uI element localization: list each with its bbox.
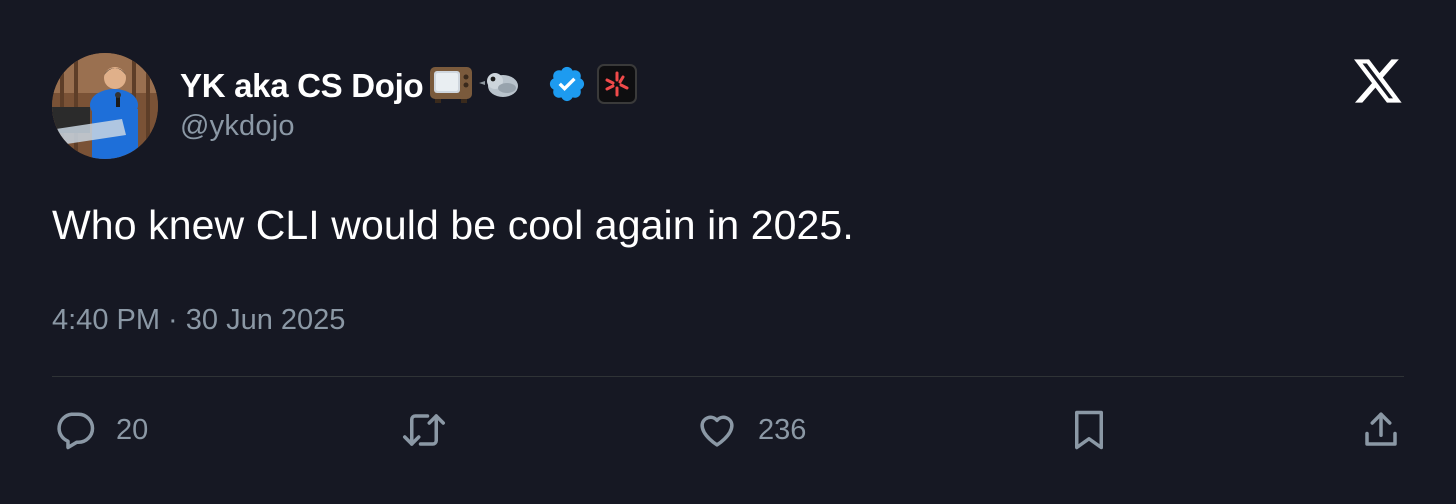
user-handle[interactable]: @ykdojo	[180, 110, 637, 143]
bird-emoji	[479, 68, 521, 105]
avatar-photo	[52, 53, 158, 159]
divider	[52, 376, 1404, 377]
retweet-button[interactable]	[400, 408, 448, 452]
bookmark-icon	[1075, 410, 1103, 450]
x-logo-icon[interactable]	[1352, 57, 1404, 105]
author-info: YK aka CS Dojo @ykdojo	[180, 62, 638, 143]
reply-button[interactable]: 20	[54, 408, 148, 452]
bookmark-button[interactable]	[1070, 408, 1108, 452]
like-count: 236	[758, 413, 807, 446]
tweet-card: YK aka CS Dojo @ykdojo Who knew CLI woul…	[0, 0, 1456, 504]
heart-icon	[700, 415, 734, 447]
reply-count: 20	[116, 413, 149, 446]
avatar[interactable]	[52, 53, 158, 159]
television-emoji	[429, 64, 473, 109]
name-row: YK aka CS Dojo	[180, 62, 638, 110]
verified-badge-icon[interactable]	[547, 64, 587, 109]
like-button[interactable]: 236	[696, 408, 806, 452]
retweet-icon	[403, 414, 445, 446]
share-icon	[1365, 412, 1397, 446]
display-name[interactable]: YK aka CS Dojo	[180, 67, 424, 105]
sparkle-logo-icon[interactable]	[597, 63, 638, 109]
reply-icon	[57, 412, 95, 450]
share-button[interactable]	[1360, 408, 1402, 452]
tweet-text: Who knew CLI would be cool again in 2025…	[52, 202, 854, 248]
tweet-timestamp[interactable]: 4:40 PM · 30 Jun 2025	[52, 304, 345, 337]
